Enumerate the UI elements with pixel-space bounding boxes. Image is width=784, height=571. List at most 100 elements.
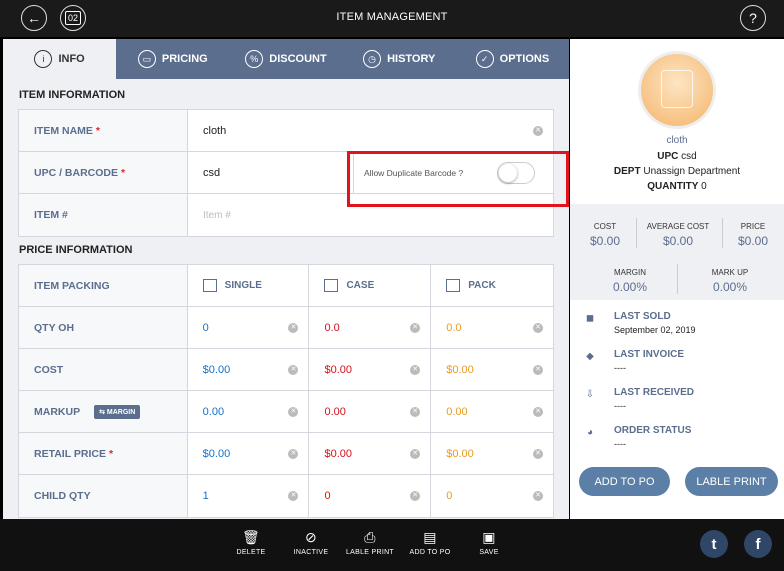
retail-price-case[interactable]: $0.00 ✕ [309,433,432,474]
cost-single[interactable]: $0.00 ✕ [188,349,310,390]
markup-single[interactable]: 0.00 ✕ [188,391,310,432]
margin-toggle-button[interactable]: ⇆ MARGIN [94,404,141,419]
item-number-label: ITEM # [19,194,188,236]
price-information-heading: PRICE INFORMATION [19,244,133,256]
qty-oh-case[interactable]: 0.0 ✕ [309,307,432,348]
tab-pricing[interactable]: ▭ PRICING [116,39,229,79]
document-icon: ▤ [423,529,437,545]
item-name-label-text: ITEM NAME [34,124,93,137]
value: 0.0 [446,321,462,334]
clear-icon[interactable]: ✕ [533,125,543,136]
value: $0.00 [202,363,231,376]
stat-cost: COST $0.00 [576,222,634,248]
value: 0.00 [446,405,468,418]
tab-bar: i INFO ▭ PRICING % DISCOUNT ◷ HISTORY ✓ OPTIO… [3,39,569,79]
packing-header-row: ITEM PACKING SINGLE CASE PACK [19,265,553,307]
child-qty-row: CHILD QTY 1 ✕ 0 ✕ 0 ✕ [19,475,553,517]
add-to-po-button[interactable]: ADD TO PO [579,467,670,496]
child-qty-pack[interactable]: 0 ✕ [431,475,553,517]
markup-label-text: MARKUP [34,405,81,418]
qty-oh-single[interactable]: 0 ✕ [188,307,310,348]
item-image[interactable] [638,51,716,129]
clear-icon[interactable]: ✕ [410,322,421,333]
qty-oh-label: QTY OH [19,307,188,348]
item-summary-name: cloth [666,135,688,146]
label-print-button[interactable]: LABLE PRINT [685,467,778,496]
tab-label: OPTIONS [499,53,550,65]
tab-info[interactable]: i INFO [3,39,117,79]
delete-button[interactable]: 🗑 DELETE [232,529,270,556]
add-to-po-toolbar-button[interactable]: ▤ ADD TO PO [404,529,456,556]
history-label: ORDER STATUS [614,425,692,436]
item-placeholder-icon [661,70,693,108]
stat-label: MARGIN [614,268,646,277]
history-value: ---- [614,439,626,449]
summary-quantity: QUANTITY 0 [570,181,784,192]
retail-price-single[interactable]: $0.00 ✕ [188,433,310,474]
item-name-value: cloth [203,124,227,137]
bottom-toolbar: 🗑 DELETE ⊘ INACTIVE ⎙ LABLE PRINT ▤ ADD TO P… [0,519,784,571]
help-button[interactable]: ? [740,5,766,31]
pack-column-header: PACK [431,265,553,306]
value: 0.0 [324,321,340,334]
twitter-icon[interactable]: t [700,530,728,558]
clear-icon[interactable]: ✕ [410,491,421,501]
delete-label: DELETE [236,549,266,556]
value: 0 [324,490,331,502]
value: $0.00 [324,447,352,460]
markup-case[interactable]: 0.00 ✕ [309,391,432,432]
clear-icon[interactable]: ✕ [288,406,299,417]
clear-icon[interactable]: ✕ [533,322,543,333]
markup-pack[interactable]: 0.00 ✕ [431,391,553,432]
save-button[interactable]: ▣ SAVE [472,529,506,556]
trash-icon: 🗑 [241,529,261,545]
inbox-icon: ⇩ [585,389,595,400]
qty-oh-pack[interactable]: 0.0 ✕ [431,307,553,348]
bag-icon: ◼ [585,313,595,324]
layers-icon: ◆ [586,351,594,362]
value: 1 [202,490,209,502]
value: 0 [202,321,209,334]
stat-label: AVERAGE COST [646,222,710,231]
tab-options[interactable]: ✓ OPTIONS [456,39,569,79]
clear-icon[interactable]: ✕ [533,406,543,417]
retail-price-pack[interactable]: $0.00 ✕ [431,433,553,474]
inactive-button[interactable]: ⊘ INACTIVE [289,529,333,556]
swap-icon: ⇆ [99,408,107,416]
clear-icon[interactable]: ✕ [288,448,299,459]
clear-icon[interactable]: ✕ [533,364,543,375]
cost-label: COST [19,349,188,390]
tab-label: HISTORY [387,53,436,65]
clear-icon[interactable]: ✕ [288,364,299,375]
child-qty-case[interactable]: 0 ✕ [309,475,432,517]
stat-average-cost: AVERAGE COST $0.00 [638,222,718,248]
dept-key: DEPT [613,166,641,177]
inactive-label: INACTIVE [293,549,329,556]
history-value: ---- [614,363,626,373]
child-qty-single[interactable]: 1 ✕ [188,475,310,517]
stat-value: $0.00 [662,234,694,248]
pie-icon: ◕ [586,427,594,438]
required-marker: * [121,166,126,179]
label-print-toolbar-button[interactable]: ⎙ LABLE PRINT [342,529,398,556]
tab-history[interactable]: ◷ HISTORY [343,39,456,79]
item-name-field[interactable]: cloth ✕ [188,110,553,151]
cost-pack[interactable]: $0.00 ✕ [431,349,553,390]
clear-icon[interactable]: ✕ [410,448,421,459]
history-label: LAST SOLD [614,311,671,322]
divider [677,264,678,294]
label-print-label: LABLE PRINT [345,549,395,556]
facebook-icon[interactable]: f [744,530,772,558]
markup-row: MARKUP ⇆ MARGIN 0.00 ✕ 0.00 ✕ 0.00 ✕ [19,391,553,433]
clear-icon[interactable]: ✕ [533,491,543,501]
clear-icon[interactable]: ✕ [533,448,543,459]
cost-case[interactable]: $0.00 ✕ [309,349,432,390]
clear-icon[interactable]: ✕ [410,364,421,375]
markup-label: MARKUP ⇆ MARGIN [19,391,188,432]
clear-icon[interactable]: ✕ [410,406,421,417]
retail-price-label-text: RETAIL PRICE [34,447,106,460]
clear-icon[interactable]: ✕ [288,491,299,501]
clear-icon[interactable]: ✕ [288,322,299,333]
tab-discount[interactable]: % DISCOUNT [229,39,342,79]
single-label: SINGLE [224,280,262,291]
